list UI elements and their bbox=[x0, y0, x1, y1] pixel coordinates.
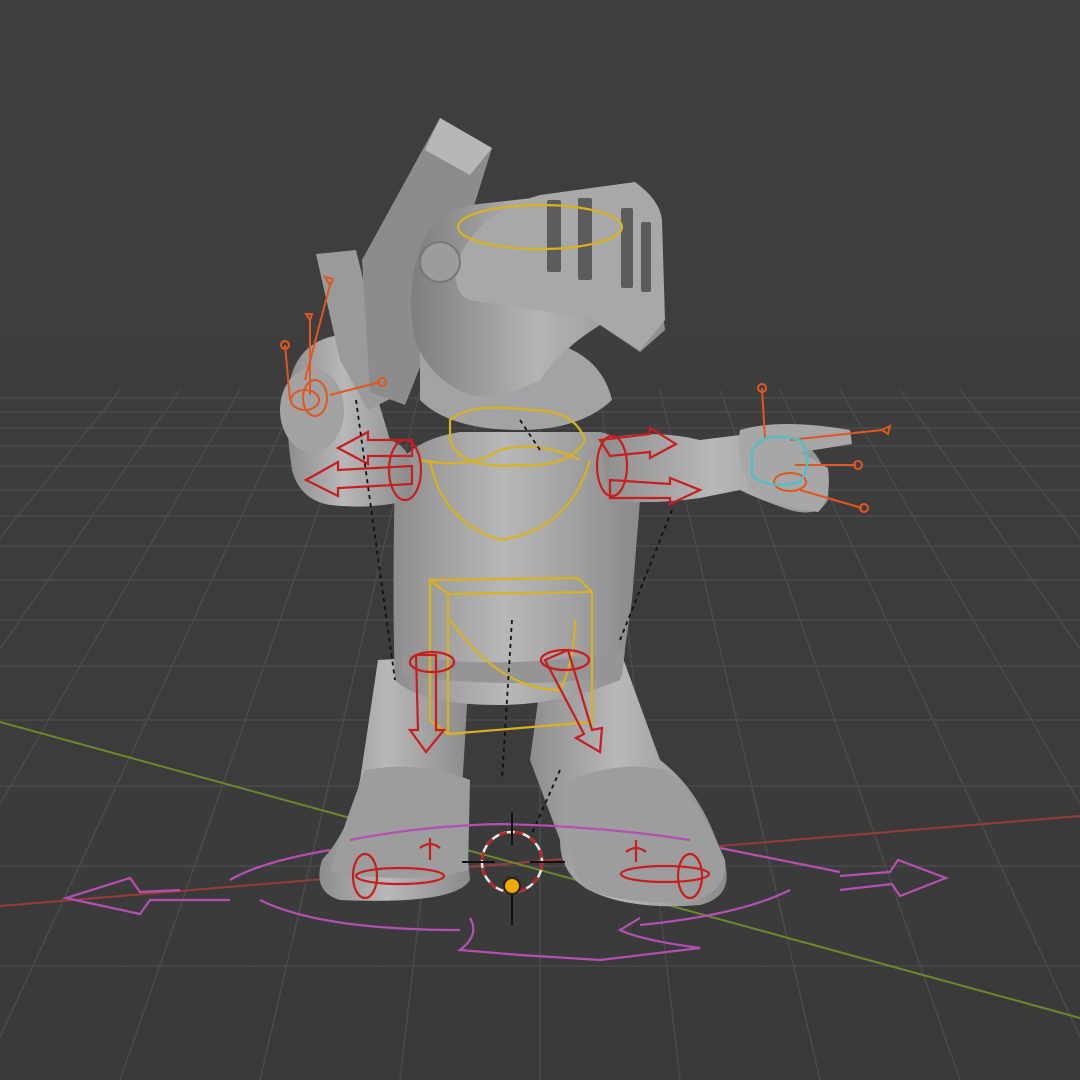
visor-slot-3 bbox=[621, 208, 633, 288]
knight-mesh[interactable] bbox=[280, 118, 852, 907]
visor-slot-1 bbox=[547, 200, 561, 272]
viewport-canvas[interactable] bbox=[0, 0, 1080, 1080]
left-boot bbox=[330, 766, 470, 879]
helmet-hinge bbox=[419, 241, 461, 283]
3d-viewport[interactable] bbox=[0, 0, 1080, 1080]
visor-slot-4 bbox=[641, 222, 651, 292]
right-hand[interactable] bbox=[738, 424, 852, 512]
origin-point[interactable] bbox=[503, 877, 521, 895]
3d-cursor[interactable] bbox=[462, 812, 565, 925]
